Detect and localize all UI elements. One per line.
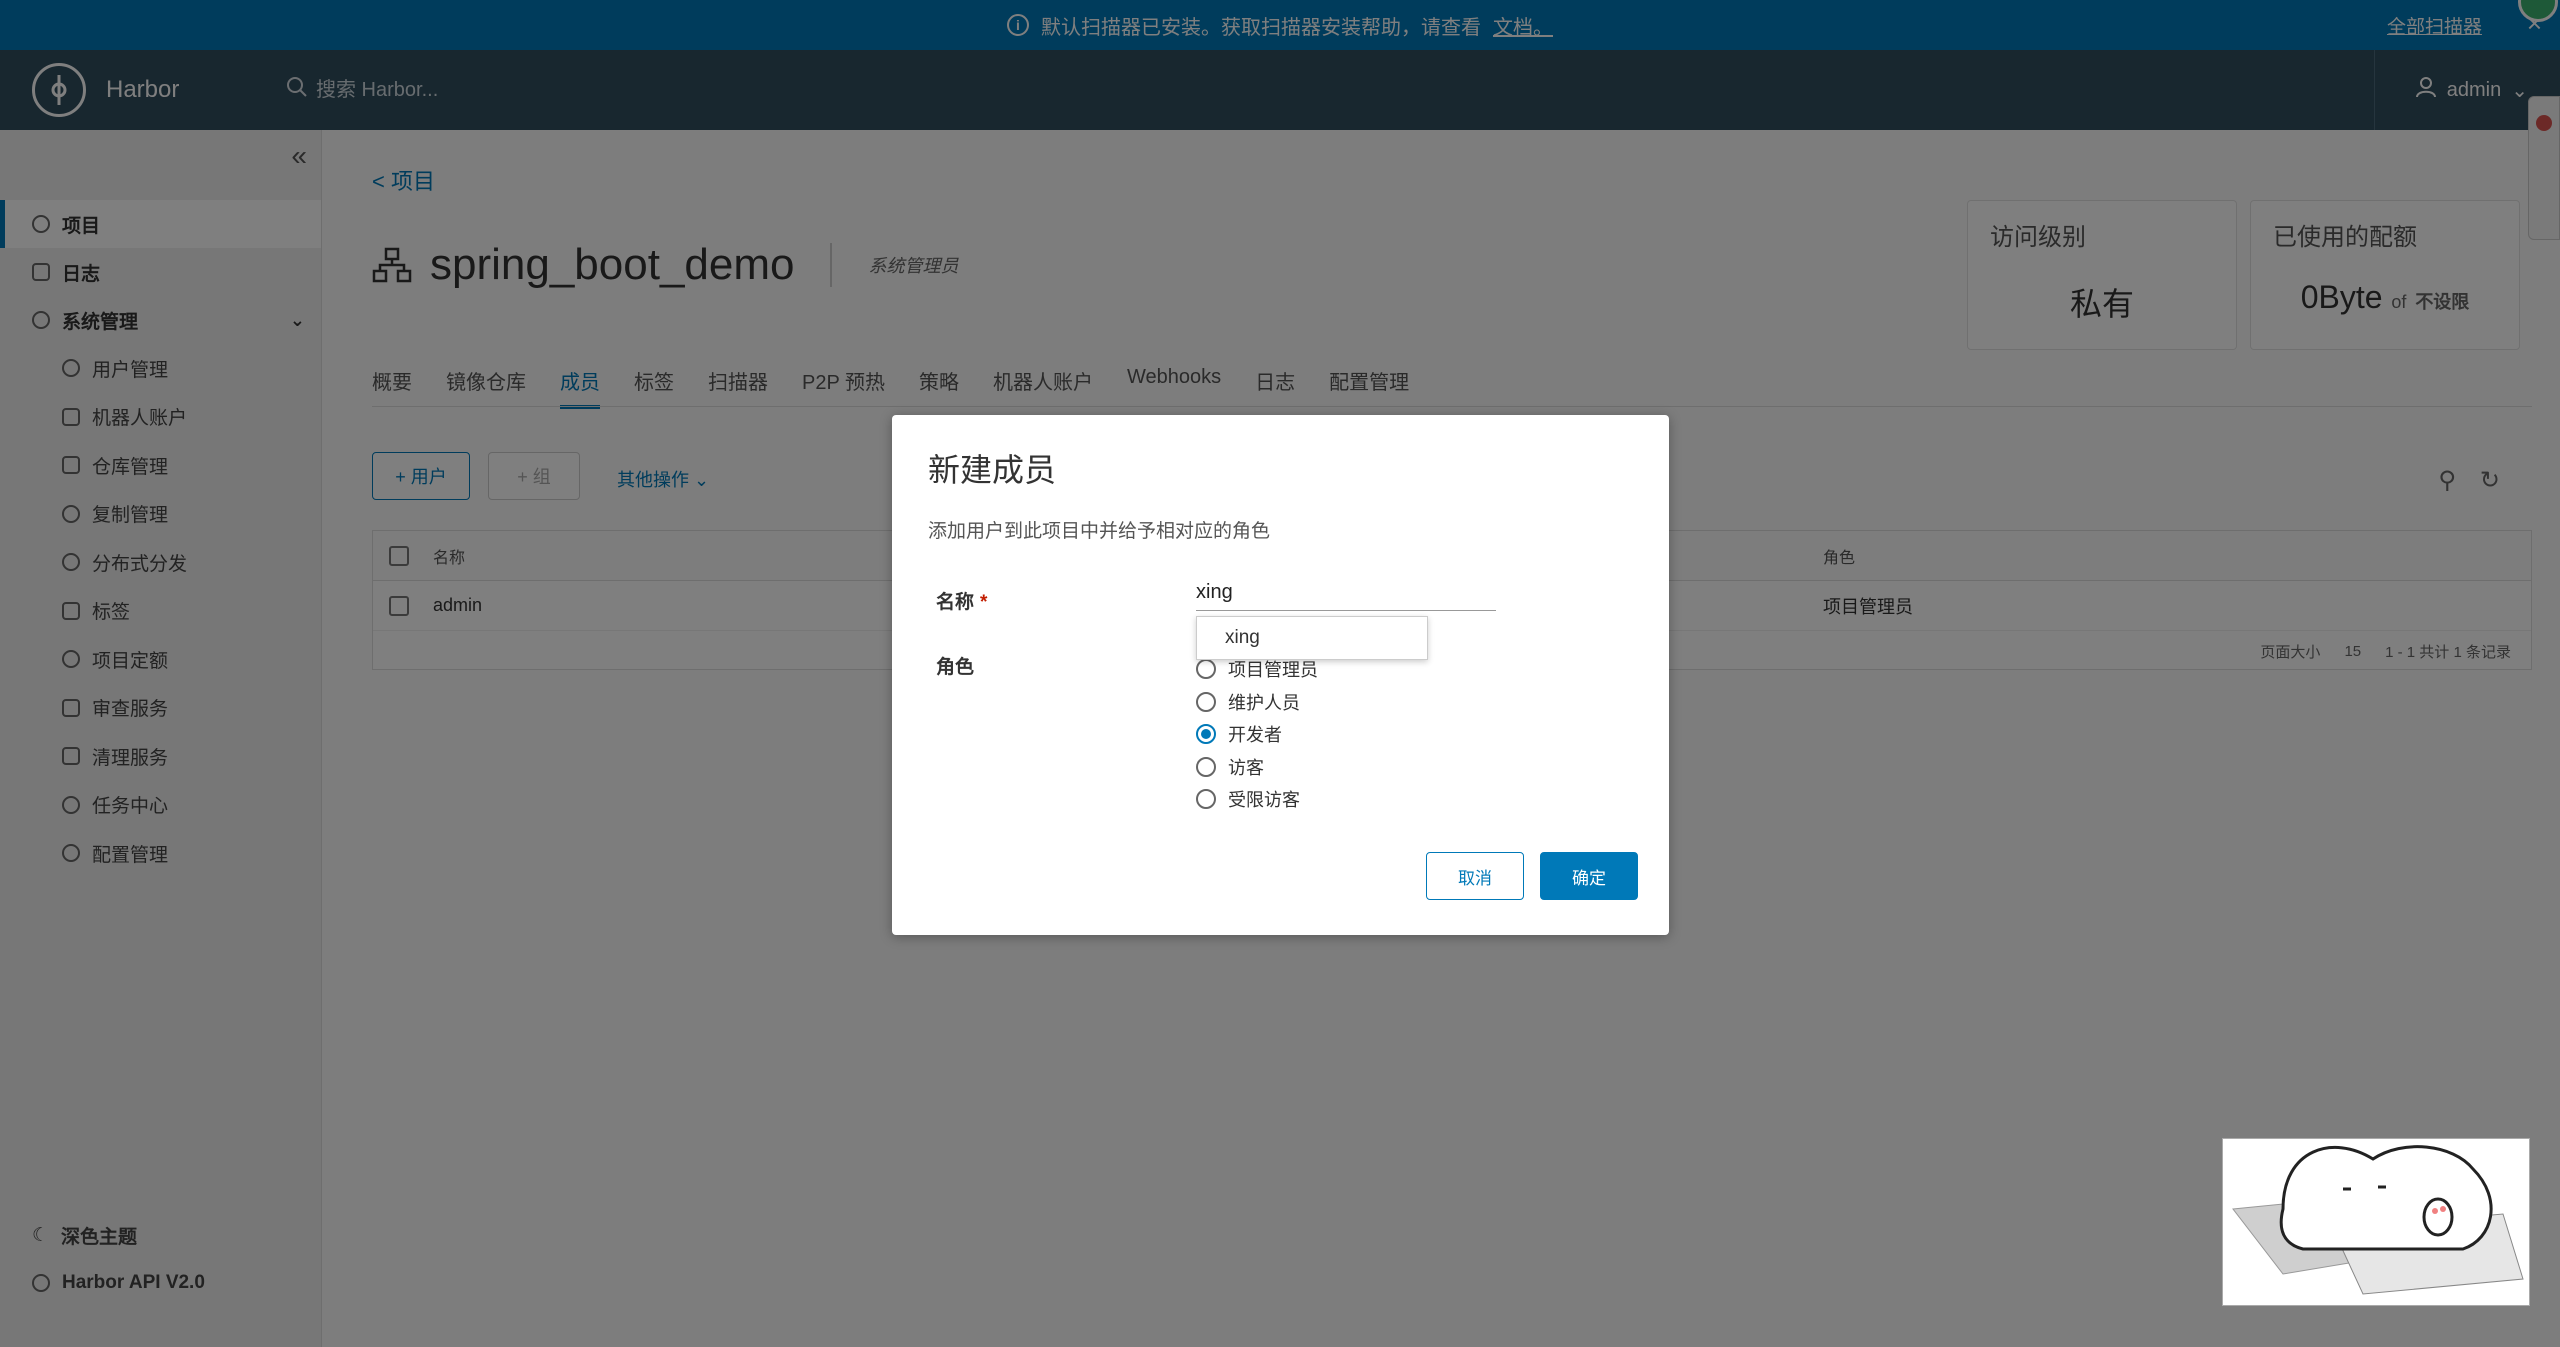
dialog-title: 新建成员 — [928, 452, 1057, 488]
role-label: 维护人员 — [1228, 692, 1300, 713]
role-label: 访客 — [1228, 757, 1264, 778]
role-option-developer[interactable]: 开发者 — [1196, 718, 1318, 751]
name-suggestion-item[interactable]: xing — [1196, 616, 1428, 660]
dialog-description: 添加用户到此项目中并给予相对应的角色 — [928, 521, 1271, 542]
required-marker: * — [980, 592, 988, 613]
role-option-guest[interactable]: 访客 — [1196, 751, 1318, 784]
cat-typing-mascot-image — [2222, 1138, 2530, 1306]
radio-button[interactable] — [1196, 756, 1216, 777]
role-label: 项目管理员 — [1228, 660, 1318, 681]
name-field-label: 名称 * — [936, 587, 987, 614]
role-option-limited-guest[interactable]: 受限访客 — [1196, 783, 1318, 816]
role-option-maintainer[interactable]: 维护人员 — [1196, 686, 1318, 719]
radio-button[interactable] — [1196, 789, 1216, 810]
cancel-button[interactable]: 取消 — [1426, 852, 1524, 900]
radio-button-selected[interactable] — [1196, 724, 1216, 745]
role-field-label: 角色 — [936, 657, 975, 678]
radio-button[interactable] — [1196, 659, 1216, 680]
role-radio-group: 项目管理员 维护人员 开发者 访客 受限访客 — [1196, 653, 1318, 816]
confirm-button[interactable]: 确定 — [1540, 852, 1638, 900]
role-label: 开发者 — [1228, 725, 1282, 746]
radio-button[interactable] — [1196, 691, 1216, 712]
new-member-dialog: 新建成员 添加用户到此项目中并给予相对应的角色 名称* 角色 项目管理员 维护人… — [892, 415, 1669, 935]
member-name-input[interactable] — [1196, 575, 1496, 611]
name-label-text: 名称 — [936, 592, 975, 613]
role-label: 受限访客 — [1228, 790, 1300, 811]
